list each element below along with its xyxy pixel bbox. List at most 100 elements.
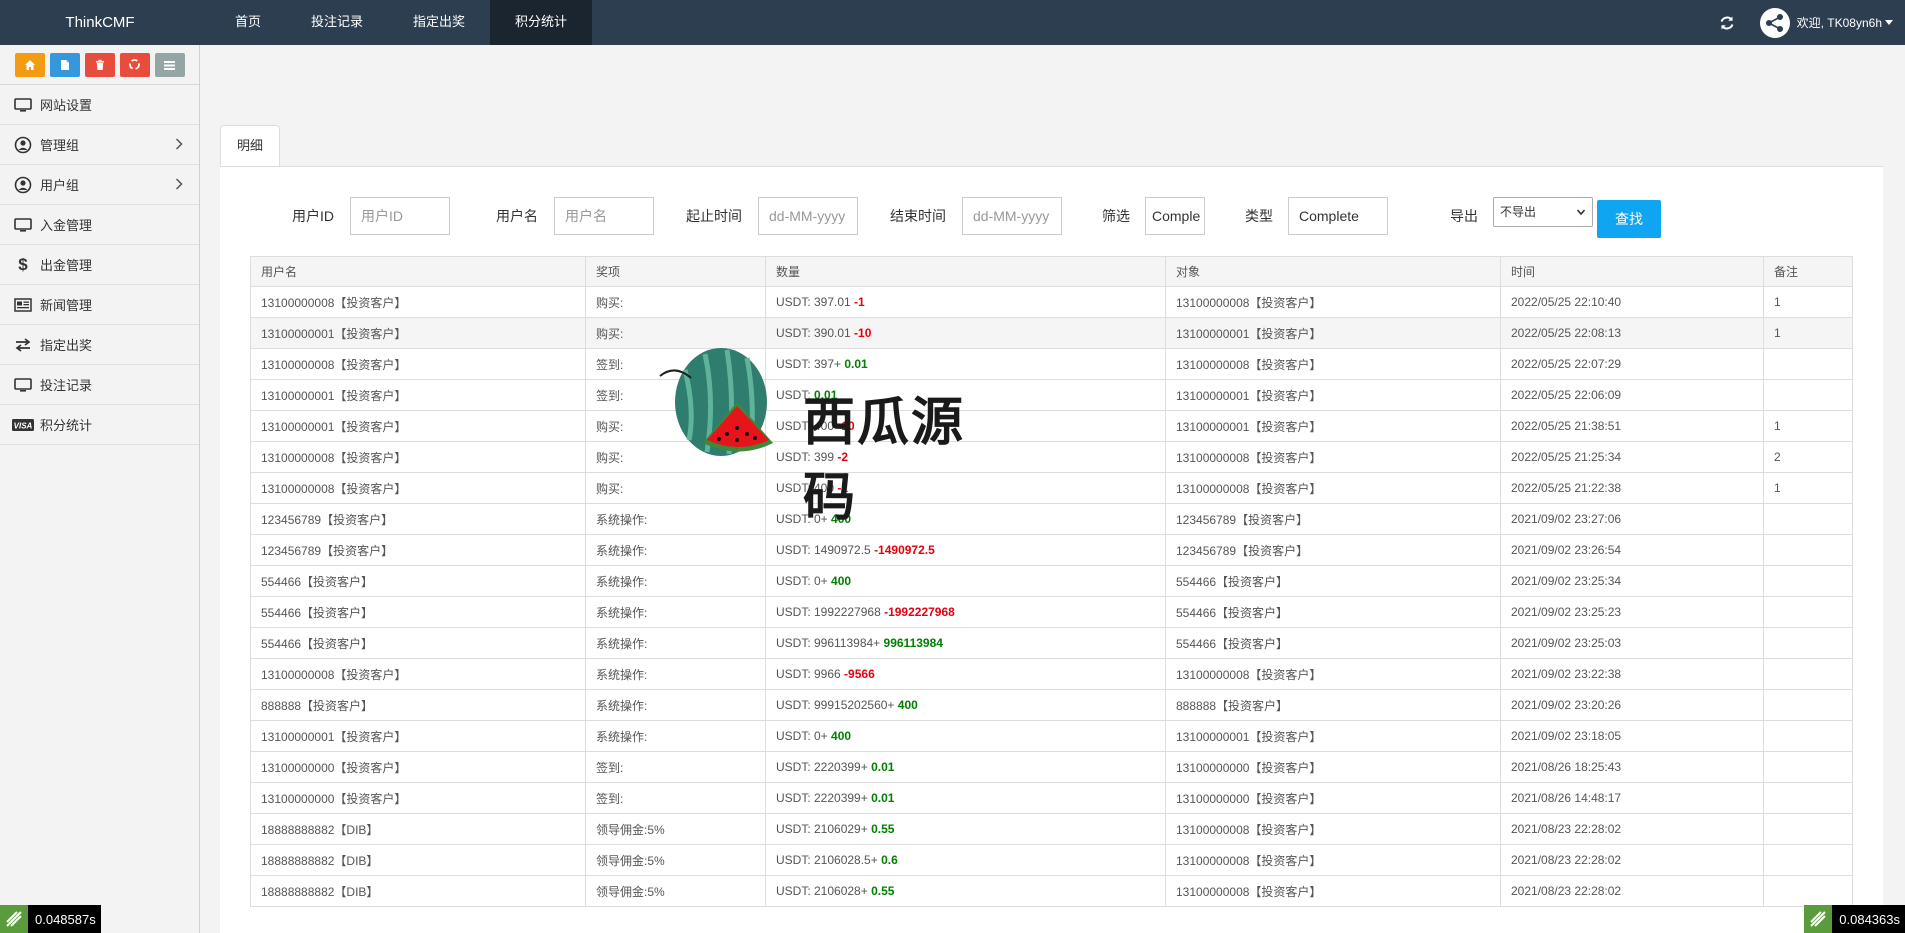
col-header-target[interactable]: 对象 bbox=[1165, 256, 1501, 287]
user-id-input[interactable]: 用户ID bbox=[350, 197, 450, 235]
table-row: 13100000008【投资客户】 购买: USDT: 397.01 -1 13100… bbox=[250, 286, 1853, 318]
cell-award: 领导佣金:5% bbox=[585, 813, 766, 845]
sidebar-item-label: 出金管理 bbox=[40, 258, 93, 273]
type-label: 类型 bbox=[1245, 208, 1273, 224]
amount-delta: 400 bbox=[831, 512, 852, 526]
cell-target: 13100000008【投资客户】 bbox=[1165, 472, 1501, 504]
cell-note bbox=[1763, 751, 1853, 783]
cell-time: 2022/05/25 21:25:34 bbox=[1500, 441, 1764, 473]
cell-time: 2021/09/02 23:25:34 bbox=[1500, 565, 1764, 597]
cell-time: 2021/08/26 14:48:17 bbox=[1500, 782, 1764, 814]
table-row: 13100000008【投资客户】 签到: USDT: 397+ 0.01 13100… bbox=[250, 348, 1853, 380]
cell-award: 系统操作: bbox=[585, 565, 766, 597]
cell-note bbox=[1763, 627, 1853, 659]
nav-points-stats[interactable]: 积分统计 bbox=[490, 0, 593, 45]
amount-base: USDT: bbox=[776, 388, 815, 402]
table-row: 13100000008【投资客户】 系统操作: USDT: 9966 -9566 13… bbox=[250, 658, 1853, 690]
end-time-input[interactable]: dd-MM-yyyy bbox=[962, 197, 1062, 235]
shortcut-file-button[interactable] bbox=[49, 52, 80, 77]
col-header-note[interactable]: 备注 bbox=[1763, 256, 1853, 287]
cell-amount: USDT: 2106028.5+ 0.6 bbox=[765, 844, 1166, 876]
cell-award: 系统操作: bbox=[585, 596, 766, 628]
col-header-amount[interactable]: 数量 bbox=[765, 256, 1166, 287]
table-row: 13100000000【投资客户】 签到: USDT: 2220399+ 0.01 1… bbox=[250, 782, 1853, 814]
cell-award: 签到: bbox=[585, 379, 766, 411]
cell-note bbox=[1763, 379, 1853, 411]
sidebar-item-points-stats[interactable]: VISA 积分统计 bbox=[0, 405, 199, 445]
sidebar-item-bet-records[interactable]: 投注记录 bbox=[0, 365, 199, 405]
avatar bbox=[1759, 7, 1790, 38]
amount-delta: -9566 bbox=[844, 667, 875, 681]
start-time-input[interactable]: dd-MM-yyyy bbox=[758, 197, 858, 235]
cell-award: 系统操作: bbox=[585, 534, 766, 566]
user-menu[interactable]: 欢迎, TK08yn6h bbox=[1752, 0, 1905, 45]
page-timer-left[interactable]: 0.048587s bbox=[0, 905, 101, 933]
detail-panel: 用户ID 用户ID 用户名 用户名 起止时间 dd-MM-yyyy 结束时间 d… bbox=[220, 167, 1883, 933]
amount-delta: -10 bbox=[854, 326, 872, 340]
brand-logo[interactable]: ThinkCMF bbox=[0, 0, 200, 45]
sidebar-item-site-settings[interactable]: 网站设置 bbox=[0, 85, 199, 125]
cell-note bbox=[1763, 503, 1853, 535]
refresh-icon bbox=[1720, 16, 1734, 29]
amount-base: USDT: 2106029+ bbox=[776, 822, 872, 836]
screen-input[interactable]: Comple bbox=[1145, 197, 1205, 235]
amount-base: USDT: 0+ bbox=[776, 512, 832, 526]
records-table: 用户名 奖项 数量 对象 时间 备注 13100000008【投资客户】 购买: U… bbox=[250, 256, 1853, 907]
user-circle-icon bbox=[12, 135, 34, 155]
sidebar-item-deposit[interactable]: 入金管理 bbox=[0, 205, 199, 245]
cell-award: 购买: bbox=[585, 286, 766, 318]
export-selected: 不导出 bbox=[1500, 205, 1537, 219]
dollar-icon: $ bbox=[18, 254, 28, 274]
main-content: 明细 用户ID 用户ID 用户名 用户名 起止时间 dd-MM-yyyy 结束时… bbox=[201, 45, 1905, 933]
shortcut-trash-button[interactable] bbox=[84, 52, 115, 77]
sidebar-item-news[interactable]: 新闻管理 bbox=[0, 285, 199, 325]
cell-award: 系统操作: bbox=[585, 627, 766, 659]
refresh-button[interactable] bbox=[1702, 0, 1752, 45]
list-icon bbox=[164, 60, 175, 70]
type-input[interactable]: Complete bbox=[1288, 197, 1388, 235]
search-button[interactable]: 查找 bbox=[1597, 200, 1661, 238]
cell-amount: USDT: 1992227968 -1992227968 bbox=[765, 596, 1166, 628]
cell-target: 554466【投资客户】 bbox=[1165, 596, 1501, 628]
sidebar-item-designated-draw[interactable]: 指定出奖 bbox=[0, 325, 199, 365]
cell-amount: USDT: 390.01 -10 bbox=[765, 317, 1166, 349]
cell-username: 13100000008【投资客户】 bbox=[250, 472, 586, 504]
sidebar-item-admin-group[interactable]: 管理组 bbox=[0, 125, 199, 165]
col-header-time[interactable]: 时间 bbox=[1500, 256, 1764, 287]
cell-time: 2021/09/02 23:25:23 bbox=[1500, 596, 1764, 628]
cell-target: 13100000008【投资客户】 bbox=[1165, 441, 1501, 473]
table-row: 13100000001【投资客户】 系统操作: USDT: 0+ 400 131000… bbox=[250, 720, 1853, 752]
sidebar-item-withdraw[interactable]: $ 出金管理 bbox=[0, 245, 199, 285]
cell-time: 2021/08/26 18:25:43 bbox=[1500, 751, 1764, 783]
nav-designated-draw[interactable]: 指定出奖 bbox=[388, 0, 490, 45]
start-time-label: 起止时间 bbox=[686, 208, 742, 224]
cell-target: 13100000008【投资客户】 bbox=[1165, 813, 1501, 845]
cell-amount: USDT: 0+ 400 bbox=[765, 565, 1166, 597]
cell-award: 系统操作: bbox=[585, 689, 766, 721]
col-header-username[interactable]: 用户名 bbox=[250, 256, 586, 287]
cell-note: 1 bbox=[1763, 286, 1853, 318]
tab-detail[interactable]: 明细 bbox=[220, 125, 280, 167]
shortcut-recycle-button[interactable] bbox=[119, 52, 150, 77]
sidebar-item-label: 用户组 bbox=[40, 178, 80, 193]
cell-note bbox=[1763, 689, 1853, 721]
cell-username: 13100000008【投资客户】 bbox=[250, 441, 586, 473]
amount-base: USDT: 2106028+ bbox=[776, 884, 872, 898]
table-row: 554466【投资客户】 系统操作: USDT: 1992227968 -19922… bbox=[250, 596, 1853, 628]
cell-target: 13100000001【投资客户】 bbox=[1165, 720, 1501, 752]
table-row: 13100000001【投资客户】 签到: USDT: 0.01 1310000000… bbox=[250, 379, 1853, 411]
amount-base: USDT: 9966 bbox=[776, 667, 845, 681]
shortcut-home-button[interactable] bbox=[14, 52, 45, 77]
nav-bet-records[interactable]: 投注记录 bbox=[286, 0, 388, 45]
nav-home[interactable]: 首页 bbox=[210, 0, 286, 45]
col-header-award[interactable]: 奖项 bbox=[585, 256, 766, 287]
sidebar-item-user-group[interactable]: 用户组 bbox=[0, 165, 199, 205]
cell-note bbox=[1763, 348, 1853, 380]
shortcut-list-button[interactable] bbox=[154, 52, 185, 77]
cell-amount: USDT: 0+ 400 bbox=[765, 720, 1166, 752]
username-input[interactable]: 用户名 bbox=[554, 197, 654, 235]
amount-base: USDT: 2220399+ bbox=[776, 791, 872, 805]
cell-award: 系统操作: bbox=[585, 720, 766, 752]
export-select[interactable]: 不导出 bbox=[1493, 197, 1593, 227]
page-timer-right[interactable]: 0.084363s bbox=[1804, 905, 1905, 933]
